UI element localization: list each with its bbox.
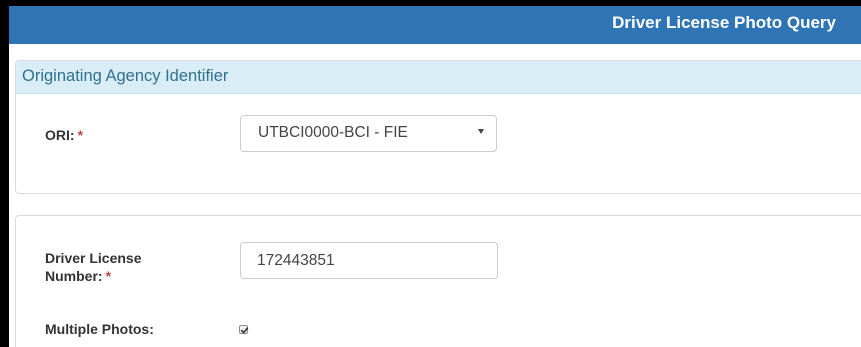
required-marker: * [105, 268, 112, 284]
header-bar: Driver License Photo Query [9, 6, 861, 44]
required-marker: * [77, 127, 84, 143]
driver-license-label: Driver License Number: * [45, 249, 142, 285]
agency-panel: Originating Agency Identifier ORI: * UTBC… [15, 60, 861, 194]
query-panel: Driver License Number:* Multiple Photos: [15, 215, 861, 347]
caret-down-icon [478, 129, 484, 134]
driver-license-label-line1: Driver License [45, 250, 142, 266]
multiple-photos-checkbox[interactable] [239, 325, 249, 334]
check-icon [240, 327, 249, 334]
ori-label: ORI: * [45, 126, 83, 144]
screenshot-frame: Driver License Photo Query Originating A… [0, 0, 861, 347]
ori-select[interactable]: UTBCI0000-BCI - FIE [240, 115, 497, 152]
multiple-photos-label: Multiple Photos: [45, 321, 154, 337]
driver-license-number-input[interactable] [240, 242, 498, 279]
driver-license-label-line2: Number: [45, 268, 103, 284]
agency-panel-title: Originating Agency Identifier [22, 67, 229, 85]
page-content: Driver License Photo Query Originating A… [9, 6, 861, 347]
ori-label-text: ORI: [45, 127, 75, 143]
page-title: Driver License Photo Query [612, 13, 836, 32]
ori-select-value: UTBCI0000-BCI - FIE [258, 124, 408, 141]
agency-panel-heading: Originating Agency Identifier [16, 61, 861, 94]
